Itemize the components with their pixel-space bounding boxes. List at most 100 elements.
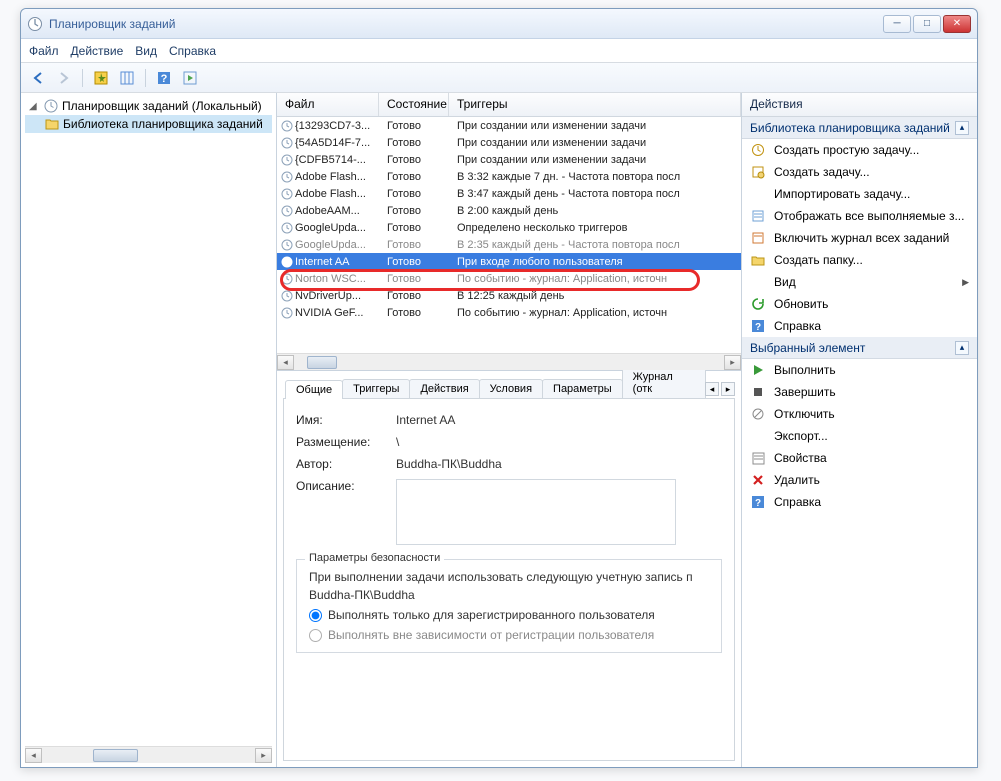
task-row[interactable]: NVIDIA GeF...ГотовоПо событию - журнал: … (277, 304, 741, 321)
scroll-left-icon[interactable]: ◂ (25, 748, 42, 763)
task-name: GoogleUpda... (295, 222, 366, 234)
task-row[interactable]: {54A5D14F-7...ГотовоПри создании или изм… (277, 134, 741, 151)
action-properties[interactable]: Свойства (742, 447, 977, 469)
radio-logged-on[interactable] (309, 609, 322, 622)
clock-icon (281, 290, 293, 302)
help-toolbar-icon[interactable]: ? (153, 67, 175, 89)
action-help2[interactable]: ? Справка (742, 491, 977, 513)
security-account: Buddha-ПК\Buddha (309, 588, 709, 602)
titlebar: Планировщик заданий ─ □ ✕ (21, 9, 977, 39)
task-status: Готово (379, 222, 449, 234)
action-help[interactable]: ? Справка (742, 315, 977, 337)
clock-icon (281, 188, 293, 200)
columns-icon[interactable] (116, 67, 138, 89)
scroll-right-icon[interactable]: ▸ (255, 748, 272, 763)
action-create-task[interactable]: Создать задачу... (742, 161, 977, 183)
task-row[interactable]: GoogleUpda...ГотовоВ 2:35 каждый день - … (277, 236, 741, 253)
detail-tabs: Общие Триггеры Действия Условия Параметр… (277, 371, 741, 767)
task-status: Готово (379, 205, 449, 217)
tree-hscrollbar[interactable]: ◂ ▸ (25, 746, 272, 763)
tree-library-label: Библиотека планировщика заданий (63, 117, 263, 131)
task-status: Готово (379, 256, 449, 268)
menu-action[interactable]: Действие (71, 44, 124, 58)
task-row[interactable]: AdobeAAM...ГотовоВ 2:00 каждый день (277, 202, 741, 219)
close-button[interactable]: ✕ (943, 15, 971, 33)
scroll-thumb[interactable] (93, 749, 138, 762)
action-enable-history[interactable]: Включить журнал всех заданий (742, 227, 977, 249)
task-list-header: Файл Состояние Триггеры (277, 93, 741, 117)
help-icon: ? (750, 318, 766, 334)
task-row[interactable]: GoogleUpda...ГотовоОпределено несколько … (277, 219, 741, 236)
action-export[interactable]: Экспорт... (742, 425, 977, 447)
actions-pane: Действия Библиотека планировщика заданий… (741, 93, 977, 767)
nav-back-button[interactable] (27, 67, 49, 89)
column-name[interactable]: Файл (277, 93, 379, 116)
task-row[interactable]: {13293CD7-3...ГотовоПри создании или изм… (277, 117, 741, 134)
tab-actions[interactable]: Действия (409, 379, 479, 398)
actions-section-library[interactable]: Библиотека планировщика заданий ▴ (742, 117, 977, 139)
tab-scroll-right[interactable]: ▸ (721, 382, 735, 396)
column-status[interactable]: Состояние (379, 93, 449, 116)
scope-icon[interactable] (90, 67, 112, 89)
expand-icon[interactable]: ◢ (29, 101, 40, 112)
collapse-icon[interactable]: ▴ (955, 121, 969, 135)
minimize-button[interactable]: ─ (883, 15, 911, 33)
task-row[interactable]: Norton WSC...ГотовоПо событию - журнал: … (277, 270, 741, 287)
task-status: Готово (379, 154, 449, 166)
tab-triggers[interactable]: Триггеры (342, 379, 410, 398)
folder-new-icon (750, 252, 766, 268)
action-run[interactable]: Выполнить (742, 359, 977, 381)
task-status: Готово (379, 120, 449, 132)
tab-settings[interactable]: Параметры (542, 379, 623, 398)
action-refresh[interactable]: Обновить (742, 293, 977, 315)
task-trigger: По событию - журнал: Application, источн (449, 307, 741, 319)
action-disable[interactable]: Отключить (742, 403, 977, 425)
action-create-basic[interactable]: Создать простую задачу... (742, 139, 977, 161)
task-status: Готово (379, 307, 449, 319)
tasklist-hscrollbar[interactable]: ◂ ▸ (277, 353, 741, 370)
scroll-right-icon[interactable]: ▸ (724, 355, 741, 370)
tree-pane: ◢ Планировщик заданий (Локальный) Библио… (21, 93, 277, 767)
tab-scroll-left[interactable]: ◂ (705, 382, 719, 396)
action-view[interactable]: Вид ▶ (742, 271, 977, 293)
menu-file[interactable]: Файл (29, 44, 59, 58)
export-icon (750, 428, 766, 444)
nav-forward-button[interactable] (53, 67, 75, 89)
action-delete[interactable]: Удалить (742, 469, 977, 491)
task-row[interactable]: {CDFB5714-...ГотовоПри создании или изме… (277, 151, 741, 168)
security-group-title: Параметры безопасности (305, 552, 444, 564)
tab-history[interactable]: Журнал (отк (622, 367, 706, 398)
tree-library[interactable]: Библиотека планировщика заданий (25, 115, 272, 133)
properties-icon (750, 450, 766, 466)
task-name: {54A5D14F-7... (295, 137, 370, 149)
column-triggers[interactable]: Триггеры (449, 93, 741, 116)
run-toolbar-icon[interactable] (179, 67, 201, 89)
field-description-box[interactable] (396, 479, 676, 545)
collapse-icon[interactable]: ▴ (955, 341, 969, 355)
action-show-running[interactable]: Отображать все выполняемые з... (742, 205, 977, 227)
clock-icon (281, 256, 293, 268)
tree-root[interactable]: ◢ Планировщик заданий (Локальный) (25, 97, 272, 115)
scroll-thumb[interactable] (307, 356, 337, 369)
task-row[interactable]: Adobe Flash...ГотовоВ 3:32 каждые 7 дн. … (277, 168, 741, 185)
menu-view[interactable]: Вид (135, 44, 157, 58)
clock-icon (281, 222, 293, 234)
task-row[interactable]: Internet AAГотовоПри входе любого пользо… (277, 253, 741, 270)
tab-conditions[interactable]: Условия (479, 379, 543, 398)
toolbar: ? (21, 63, 977, 93)
task-name: {CDFB5714-... (295, 154, 366, 166)
view-icon (750, 274, 766, 290)
maximize-button[interactable]: □ (913, 15, 941, 33)
action-new-folder[interactable]: Создать папку... (742, 249, 977, 271)
task-row[interactable]: Adobe Flash...ГотовоВ 3:47 каждый день -… (277, 185, 741, 202)
scroll-left-icon[interactable]: ◂ (277, 355, 294, 370)
action-import[interactable]: Импортировать задачу... (742, 183, 977, 205)
menu-help[interactable]: Справка (169, 44, 216, 58)
task-row[interactable]: NvDriverUp...ГотовоВ 12:25 каждый день (277, 287, 741, 304)
action-end[interactable]: Завершить (742, 381, 977, 403)
actions-section-selected[interactable]: Выбранный элемент ▴ (742, 337, 977, 359)
tab-general[interactable]: Общие (285, 380, 343, 399)
radio-any-user[interactable] (309, 629, 322, 642)
toolbar-separator (82, 69, 83, 87)
svg-text:?: ? (755, 322, 761, 333)
